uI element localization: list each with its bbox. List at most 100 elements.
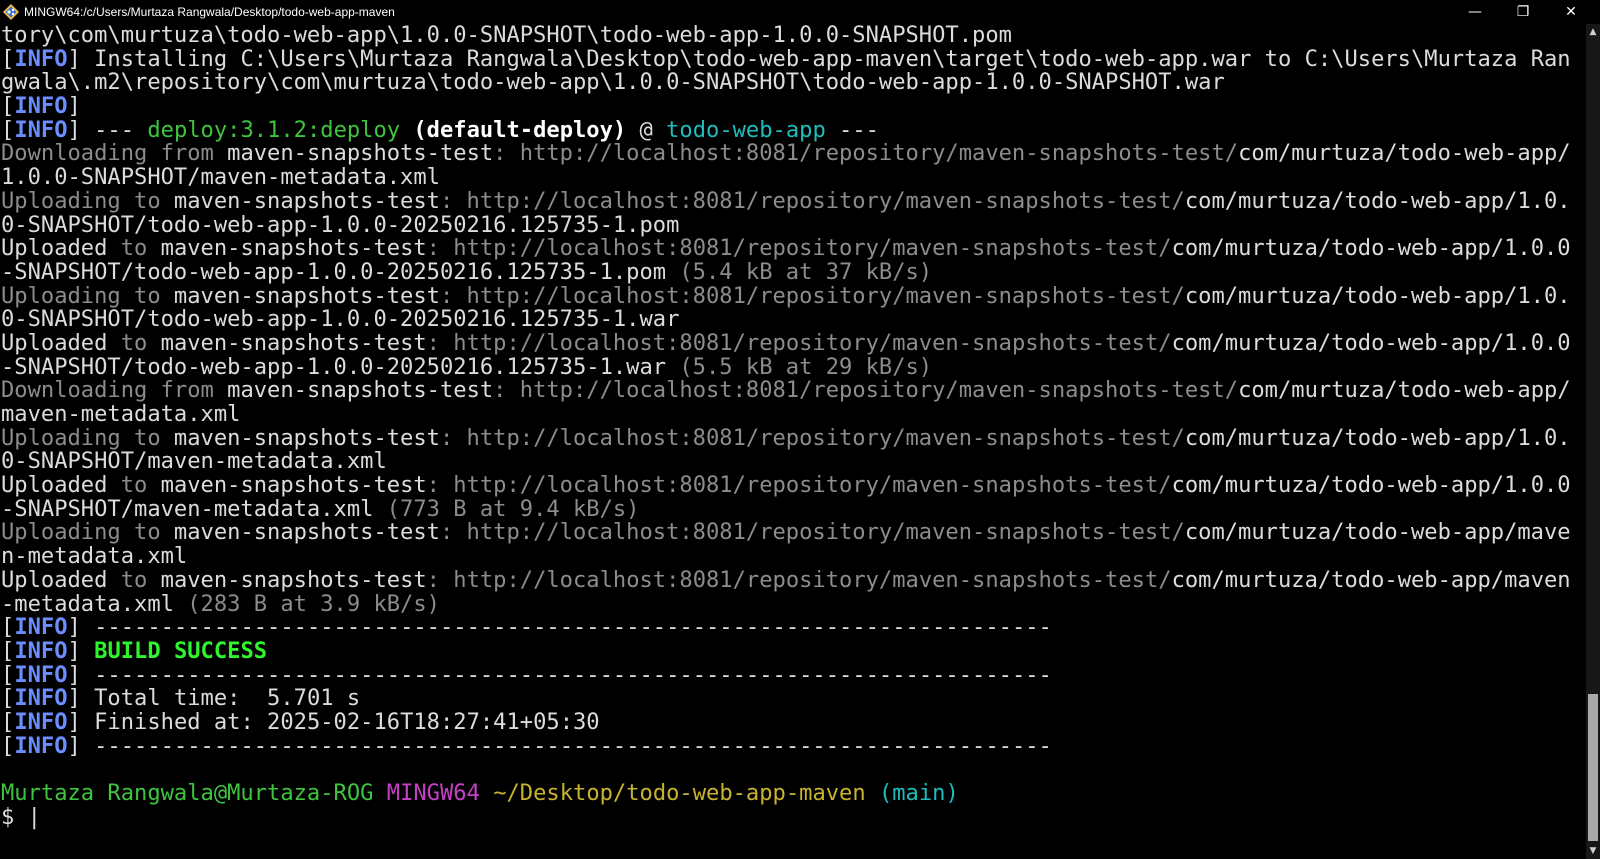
- terminal-text-segment: maven-snapshots-test: [173, 282, 440, 309]
- terminal-text-segment: INFO: [14, 708, 68, 735]
- terminal-text-segment: ] ---: [67, 116, 148, 143]
- terminal-text-segment: Uploaded: [1, 472, 108, 499]
- terminal-text-segment: BUILD SUCCESS: [94, 637, 268, 664]
- terminal-text-segment: INFO: [14, 93, 68, 120]
- terminal-text-segment: : http://localhost:8081/repository/maven…: [493, 140, 1239, 167]
- terminal-line: 0-SNAPSHOT/todo-web-app-1.0.0-20250216.1…: [1, 307, 1586, 332]
- terminal-text-segment: ~/Desktop/todo-web-app-maven: [493, 780, 866, 806]
- terminal-text-segment: maven-snapshots-test: [227, 140, 494, 167]
- terminal-text-segment: maven-snapshots-test: [173, 424, 440, 451]
- minimize-button[interactable]: —: [1452, 0, 1498, 24]
- terminal-text-segment: gwala\.m2\repository\com\murtuza\todo-we…: [1, 69, 1225, 96]
- terminal-line: [INFO] Finished at: 2025-02-16T18:27:41+…: [1, 708, 1586, 735]
- terminal-line: Uploading to maven-snapshots-test: http:…: [1, 187, 1586, 214]
- terminal-line: -metadata.xml (283 B at 3.9 kB/s): [1, 590, 1586, 617]
- terminal-text-segment: [: [1, 93, 15, 120]
- terminal-text-segment: maven-snapshots-test: [160, 235, 427, 262]
- terminal-text-segment: [: [1, 708, 15, 735]
- terminal-text-segment: (283 B at 3.9 kB/s): [173, 590, 440, 617]
- terminal-text-segment: maven-snapshots-test: [160, 329, 427, 356]
- terminal-text-segment: com/murtuza/todo-web-app/maven: [1171, 566, 1571, 593]
- terminal-text-segment: INFO: [14, 732, 68, 759]
- terminal-text-segment: : http://localhost:8081/repository/maven…: [426, 329, 1172, 356]
- terminal-text-segment: n-metadata.xml: [1, 543, 188, 570]
- terminal-text-segment: (5.5 kB at 29 kB/s): [666, 353, 933, 380]
- terminal-line: [INFO]: [1, 93, 1586, 120]
- terminal-text-segment: INFO: [14, 661, 68, 688]
- terminal-text-segment: : http://localhost:8081/repository/maven…: [426, 235, 1172, 262]
- terminal-text-segment: 0-SNAPSHOT/todo-web-app-1.0.0-20250216.1…: [1, 211, 680, 238]
- scrollbar-thumb[interactable]: [1588, 694, 1598, 841]
- close-button[interactable]: ✕: [1548, 0, 1594, 24]
- close-icon: ✕: [1565, 4, 1577, 20]
- terminal-text-segment: deploy:3.1.2:deploy: [147, 116, 401, 143]
- terminal-text-segment: [: [1, 614, 15, 641]
- terminal-line: [INFO] --- deploy:3.1.2:deploy (default-…: [1, 116, 1586, 143]
- terminal-text-segment: com/murtuza/todo-web-app/1.0.: [1184, 187, 1571, 214]
- terminal-text-segment: : http://localhost:8081/repository/maven…: [439, 282, 1185, 309]
- terminal-text-segment: Uploaded: [1, 566, 108, 593]
- terminal-text-segment: com/murtuza/todo-web-app/1.0.0: [1171, 329, 1571, 356]
- terminal-lines: tory\com\murtuza\todo-web-app\1.0.0-SNAP…: [0, 24, 1586, 806]
- terminal-line: Uploading to maven-snapshots-test: http:…: [1, 282, 1586, 309]
- terminal-text-segment: MINGW64: [386, 780, 480, 806]
- terminal-text-segment: [: [1, 685, 15, 712]
- command-prompt-line[interactable]: $ |: [1, 805, 1586, 830]
- scroll-up-icon[interactable]: ▲: [1586, 24, 1600, 40]
- terminal-text-segment: ] Finished at: 2025-02-16T18:27:41+05:30: [67, 708, 600, 735]
- terminal-text-segment: com/murtuza/todo-web-app/mave: [1184, 519, 1571, 546]
- terminal-line: Uploaded to maven-snapshots-test: http:/…: [1, 329, 1586, 356]
- terminal-text-segment: : http://localhost:8081/repository/maven…: [439, 187, 1185, 214]
- terminal-output[interactable]: tory\com\murtuza\todo-web-app\1.0.0-SNAP…: [0, 24, 1586, 859]
- terminal-text-segment: : http://localhost:8081/repository/maven…: [439, 424, 1185, 451]
- terminal-text-segment: Uploaded: [1, 329, 108, 356]
- terminal-text-segment: -metadata.xml: [1, 590, 174, 617]
- terminal-text-segment: com/murtuza/todo-web-app/1.0.0: [1171, 235, 1571, 262]
- terminal-line: 1.0.0-SNAPSHOT/maven-metadata.xml: [1, 164, 1586, 191]
- git-bash-icon: [2, 3, 20, 21]
- terminal-text-segment: ] Installing C:\Users\Murtaza Rangwala\D…: [67, 45, 1571, 72]
- terminal-text-segment: [: [1, 637, 15, 664]
- terminal-text-segment: maven-snapshots-test: [173, 187, 440, 214]
- terminal-text-segment: : http://localhost:8081/repository/maven…: [493, 377, 1239, 404]
- terminal-line: Downloading from maven-snapshots-test: h…: [1, 377, 1586, 404]
- terminal-line: [INFO] ---------------------------------…: [1, 732, 1586, 759]
- terminal-line: Downloading from maven-snapshots-test: h…: [1, 142, 1586, 166]
- terminal-text-segment: maven-metadata.xml: [1, 401, 241, 427]
- terminal-line: 0-SNAPSHOT/todo-web-app-1.0.0-20250216.1…: [1, 211, 1586, 238]
- terminal-text-segment: maven-snapshots-test: [160, 472, 427, 499]
- terminal-text-segment: : http://localhost:8081/repository/maven…: [426, 472, 1172, 499]
- terminal-text-segment: Uploading to: [1, 519, 174, 546]
- terminal-text-segment: Uploaded: [1, 235, 108, 262]
- terminal-line: -SNAPSHOT/maven-metadata.xml (773 B at 9…: [1, 497, 1586, 522]
- terminal-text-segment: [: [1, 116, 15, 143]
- terminal-line: Uploaded to maven-snapshots-test: http:/…: [1, 235, 1586, 262]
- terminal-text-segment: ]: [67, 637, 95, 664]
- terminal-line: [INFO] Total time: 5.701 s: [1, 685, 1586, 712]
- terminal-line: Murtaza Rangwala@Murtaza-ROG MINGW64 ~/D…: [1, 780, 1586, 806]
- terminal-text-segment: ] --------------------------------------…: [67, 661, 1052, 688]
- terminal-text-segment: 1.0.0-SNAPSHOT/maven-metadata.xml: [1, 164, 440, 191]
- terminal-text-segment: to: [107, 472, 161, 499]
- terminal-text-segment: [: [1, 45, 15, 72]
- maximize-button[interactable]: ❐: [1500, 0, 1546, 24]
- terminal-text-segment: -SNAPSHOT/todo-web-app-1.0.0-20250216.12…: [1, 258, 667, 285]
- terminal-text-segment: Murtaza Rangwala@Murtaza-ROG: [1, 780, 374, 806]
- terminal-text-segment: (main): [865, 780, 959, 806]
- terminal-text-segment: todo-web-app: [666, 116, 826, 143]
- terminal-text-segment: ] Total time: 5.701 s: [67, 685, 361, 712]
- terminal-line: Uploading to maven-snapshots-test: http:…: [1, 521, 1586, 545]
- terminal-line: [INFO] BUILD SUCCESS: [1, 637, 1586, 664]
- terminal-text-segment: ]: [67, 93, 81, 120]
- terminal-text-segment: : http://localhost:8081/repository/maven…: [426, 566, 1172, 593]
- title-bar[interactable]: MINGW64:/c/Users/Murtaza Rangwala/Deskto…: [0, 0, 1600, 24]
- vertical-scrollbar[interactable]: ▲ ▼: [1586, 24, 1600, 859]
- scroll-down-icon[interactable]: ▼: [1586, 843, 1600, 859]
- terminal-line: gwala\.m2\repository\com\murtuza\todo-we…: [1, 71, 1586, 95]
- terminal-text-segment: to: [107, 329, 161, 356]
- terminal-text-segment: maven-snapshots-test: [173, 519, 440, 546]
- terminal-line: [INFO] Installing C:\Users\Murtaza Rangw…: [1, 45, 1586, 72]
